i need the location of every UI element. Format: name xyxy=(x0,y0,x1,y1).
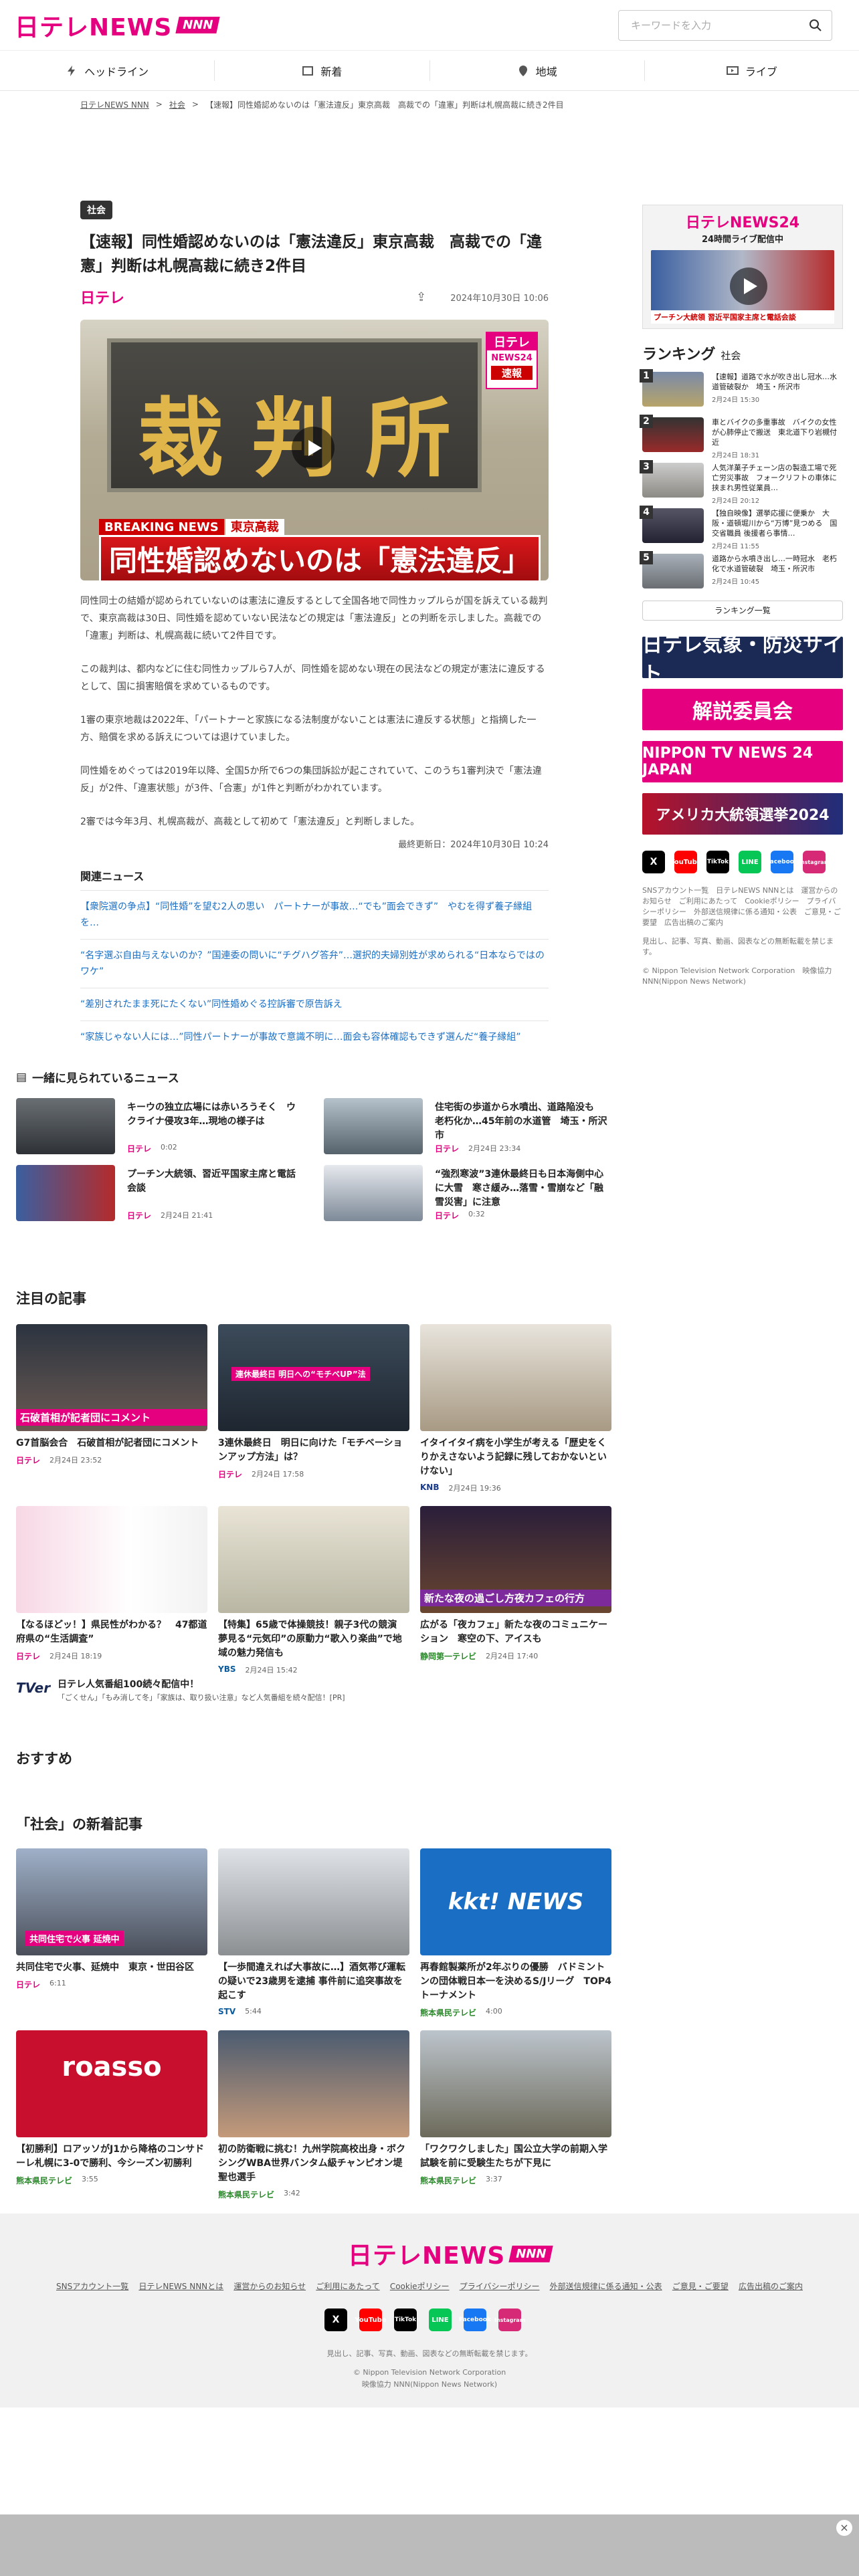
ranking-heading: ランキング 社会 xyxy=(642,346,741,363)
nav-headline[interactable]: ヘッドライン xyxy=(0,60,215,81)
ranking-more-button[interactable]: ランキング一覧 xyxy=(642,601,843,621)
tver-logo: TVer xyxy=(16,1680,51,1696)
tver-promo[interactable]: TVer 日テレ人気番組100続々配信中！ 「ごくせん」「もみ消して冬」「家族は… xyxy=(16,1677,611,1709)
breadcrumb-current: 【速報】同性婚認めないのは「憲法違反」東京高裁 高裁での「違憲」判断は札幌高裁に… xyxy=(205,100,564,110)
updated-date: 最終更新日：2024年10月30日 10:24 xyxy=(398,840,549,850)
ranking-item[interactable]: 3 人気洋菓子チェーン店の製造工場で死亡労災事故 フォークリフトの車体に挟まれ男性… xyxy=(640,460,843,505)
line-icon[interactable]: LINE xyxy=(739,851,761,873)
search-icon[interactable] xyxy=(809,19,822,32)
nippon-tv-banner[interactable]: NIPPON TV NEWS 24 JAPAN xyxy=(642,741,843,782)
main-nav: ヘッドライン 新着 地域 ライブ xyxy=(0,51,859,91)
map-pin-icon xyxy=(518,65,527,76)
list-item[interactable]: イタイイタイ病を小学生が考える「歴史をくりかえさないよう記録に残しておかないとい… xyxy=(420,1324,611,1493)
list-item[interactable]: 【一歩間違えれば大事故に…】酒気帯び運転の疑いで23歳男を逮捕 事件前に追突事故… xyxy=(218,1848,409,2016)
list-item[interactable]: 共同住宅で火事 延焼中 共同住宅で火事、延焼中 東京・世田谷区 日テレ 6:11 xyxy=(16,1848,207,1990)
list-item[interactable]: 住宅街の歩道から水噴出、道路陥没も 老朽化か…45年前の水道管 埼玉・所沢市 日テ… xyxy=(324,1098,611,1154)
latest-section: 「社会」の新着記事 共同住宅で火事 延焼中 共同住宅で火事、延焼中 東京・世田谷区… xyxy=(16,1816,611,2199)
list-item[interactable]: “強烈寒波”3連休最終日も日本海側中心に大雪 寒さ緩み…落雪・雪崩など「融雪災害… xyxy=(324,1165,611,1221)
related-heading: 関連ニュース xyxy=(80,870,145,883)
x-icon[interactable]: X xyxy=(642,851,665,873)
list-item[interactable]: 連休最終日 明日への“モチベUP”法 3連休最終日 明日に向けた「モチベーションア… xyxy=(218,1324,409,1480)
line-icon[interactable]: LINE xyxy=(429,2309,452,2331)
hero-caption: 同性婚認めないのは「憲法違反」 xyxy=(99,535,541,580)
header: 日テレNEWS NNN キーワードを入力 xyxy=(0,0,859,51)
breadcrumb-category[interactable]: 社会 xyxy=(169,99,185,110)
breadcrumb: 日テレNEWS NNN > 社会 > 【速報】同性婚認めないのは「憲法違反」東京高裁… xyxy=(80,99,564,110)
sidebar-social: X YouTube TikTok LINE Facebook Instagram xyxy=(642,851,843,873)
list-item[interactable]: 【なるほどッ！】県民性がわかる？ 47都道府県の“生活調査” 日テレ 2月24日 1… xyxy=(16,1506,207,1662)
instagram-icon[interactable]: Instagram xyxy=(799,851,830,873)
ranking-item[interactable]: 1 【速報】道路で水が吹き出し冠水…水道管破裂か 埼玉・所沢市 2月24日 15:3… xyxy=(640,369,843,409)
youtube-icon[interactable]: YouTube xyxy=(670,851,702,873)
tiktok-icon[interactable]: TikTok xyxy=(706,851,729,873)
news24-badge: 日テレ NEWS24 速報 xyxy=(486,332,538,389)
ranking-item[interactable]: 4 【独自映像】選挙応援に便乗か 大阪・道頓堀川から“万博”見つめる 国交省職員 … xyxy=(640,506,843,550)
sidebar: 日テレNEWS24 24時間ライブ配信中 プーチン大統領 習近平国家主席と電話会… xyxy=(640,205,843,987)
related-list: 【衆院選の争点】“同性婚”を望む2人の思い パートナーが事故…“でも”面会できず… xyxy=(80,890,549,1053)
weather-banner[interactable]: 日テレ気象・防災サイト xyxy=(642,633,843,686)
site-logo[interactable]: 日テレNEWS NNN xyxy=(15,8,221,43)
ranking-item[interactable]: 5 道路から水噴き出し…一時冠水 老朽化で水道管破裂 埼玉・所沢市 2月24日 10… xyxy=(640,551,843,591)
ranking-item[interactable]: 2 車とバイクの多重事故 バイクの女性が心肺停止で搬送 東北道下り岩槻付近 2月24… xyxy=(640,415,843,459)
breadcrumb-home[interactable]: 日テレNEWS NNN xyxy=(80,99,149,110)
related-link[interactable]: “名字選ぶ自由与えないのか？”国連委の問いに“チグハグ答弁”…選択的夫婦別姓が求… xyxy=(80,939,549,988)
x-icon[interactable]: X xyxy=(324,2309,347,2331)
related-link[interactable]: “家族じゃない人には…”同性パートナーが事故で意識不明に…面会も容体確認もできず… xyxy=(80,1021,549,1053)
footer-logo[interactable]: 日テレNEWS NNN xyxy=(348,2236,554,2271)
hero-video[interactable]: 裁判所 日テレNEWS24速報 BREAKING NEWS東京高裁 同性婚認めな… xyxy=(80,320,549,580)
together-section: ▤ 一緒に見られているニュース キーウの独立広場には赤いろうそく ウクライナ侵攻3… xyxy=(16,1069,611,1229)
nav-region[interactable]: 地域 xyxy=(430,60,645,81)
share-icon[interactable]: ⇪ xyxy=(416,290,426,304)
youtube-icon[interactable]: YouTube xyxy=(355,2309,387,2331)
list-item[interactable]: roasso 【初勝利】ロアッソがJ1から降格のコンサドーレ札幌に3-0で勝利、今… xyxy=(16,2030,207,2186)
footer-social: X YouTube TikTok LINE Facebook Instagram xyxy=(324,2309,525,2331)
article-body: 同性同士の結婚が認められていないのは憲法に違反するとして全国各地で同性カップルら… xyxy=(80,596,548,827)
related-link[interactable]: “差別されたまま死にたくない”同性婚めぐる控訴審で原告訴え xyxy=(80,988,549,1021)
ad-bar: × xyxy=(0,2514,859,2576)
lightning-icon xyxy=(68,65,76,76)
tiktok-icon[interactable]: TikTok xyxy=(394,2309,417,2331)
page-title: 【速報】同性婚認めないのは「憲法違反」東京高裁 高裁での「違憲」判断は札幌高裁に… xyxy=(80,233,542,275)
list-item[interactable]: 石破首相が記者団にコメント G7首脳会合 石破首相が記者団にコメント 日テレ 2月24… xyxy=(16,1324,207,1466)
article: 社会 【速報】同性婚認めないのは「憲法違反」東京高裁 高裁での「違憲」判断は札幌… xyxy=(80,201,549,1053)
list-item[interactable]: 「ワクワクしました」国公立大学の前期入学試験を前に受験生たちが下見に 熊本県民テレ… xyxy=(420,2030,611,2186)
featured-section: 注目の記事 石破首相が記者団にコメント G7首脳会合 石破首相が記者団にコメント日… xyxy=(16,1288,611,1689)
newspaper-icon xyxy=(302,66,314,76)
list-item[interactable]: プーチン大統領、習近平国家主席と電話会談 日テレ 2月24日 21:41 xyxy=(16,1165,304,1221)
tv-icon xyxy=(726,66,739,75)
us-election-banner[interactable]: アメリカ大統領選挙2024 xyxy=(642,793,843,835)
footer-links: SNSアカウント一覧 日テレNEWS NNNとは 運営からのお知らせ ご利用にあたって… xyxy=(56,2282,803,2291)
footer: 日テレNEWS NNN SNSアカウント一覧 日テレNEWS NNNとは 運営からのお… xyxy=(0,2214,859,2407)
article-date: 2024年10月30日 10:06 xyxy=(450,293,549,304)
instagram-icon[interactable]: Instagram xyxy=(494,2309,525,2331)
nav-latest[interactable]: 新着 xyxy=(215,60,430,81)
news24-live[interactable]: 日テレNEWS24 24時間ライブ配信中 プーチン大統領 習近平国家主席と電話会… xyxy=(642,205,843,329)
category-badge[interactable]: 社会 xyxy=(80,201,112,219)
facebook-icon[interactable]: Facebook xyxy=(459,2309,491,2331)
sidebar-links[interactable]: SNSアカウント一覧 日テレNEWS NNNとは 運営からのお知らせ ご利用にあ… xyxy=(642,885,843,928)
source-logo: 日テレ xyxy=(80,290,125,307)
search-input[interactable]: キーワードを入力 xyxy=(618,9,832,41)
facebook-icon[interactable]: Facebook xyxy=(766,851,798,873)
play-icon[interactable] xyxy=(292,427,335,469)
related-link[interactable]: 【衆院選の争点】“同性婚”を望む2人の思い パートナーが事故…“でも”面会できず… xyxy=(80,890,549,939)
commentary-banner[interactable]: 解説委員会 xyxy=(642,689,843,730)
nav-live[interactable]: ライブ xyxy=(645,60,859,81)
list-item[interactable]: 新たな夜の過ごし方夜カフェの行方 広がる「夜カフェ」新たな夜のコミュニケーション … xyxy=(420,1506,611,1662)
close-icon[interactable]: × xyxy=(836,2520,852,2536)
recommend-section: おすすめ xyxy=(16,1751,72,1767)
list-item[interactable]: 【特集】65歳で体操競技！親子3代の競演 夢見る“元気印”の原動力“歌入り楽曲”… xyxy=(218,1506,409,1675)
court-plate: 裁判所 xyxy=(107,338,482,492)
play-icon[interactable] xyxy=(730,267,767,305)
list-item[interactable]: kkt! NEWS 再春館製薬所が2年ぶりの優勝 バドミントンの団体戦日本一を決め… xyxy=(420,1848,611,2018)
list-item[interactable]: 初の防衛戦に挑む！九州学院高校出身・ボクシングWBA世界バンタム級チャンピオン堤… xyxy=(218,2030,409,2200)
newspaper-icon: ▤ xyxy=(16,1070,27,1084)
list-item[interactable]: キーウの独立広場には赤いろうそく ウクライナ侵攻3年…現地の様子は 日テレ 0:02 xyxy=(16,1098,304,1154)
